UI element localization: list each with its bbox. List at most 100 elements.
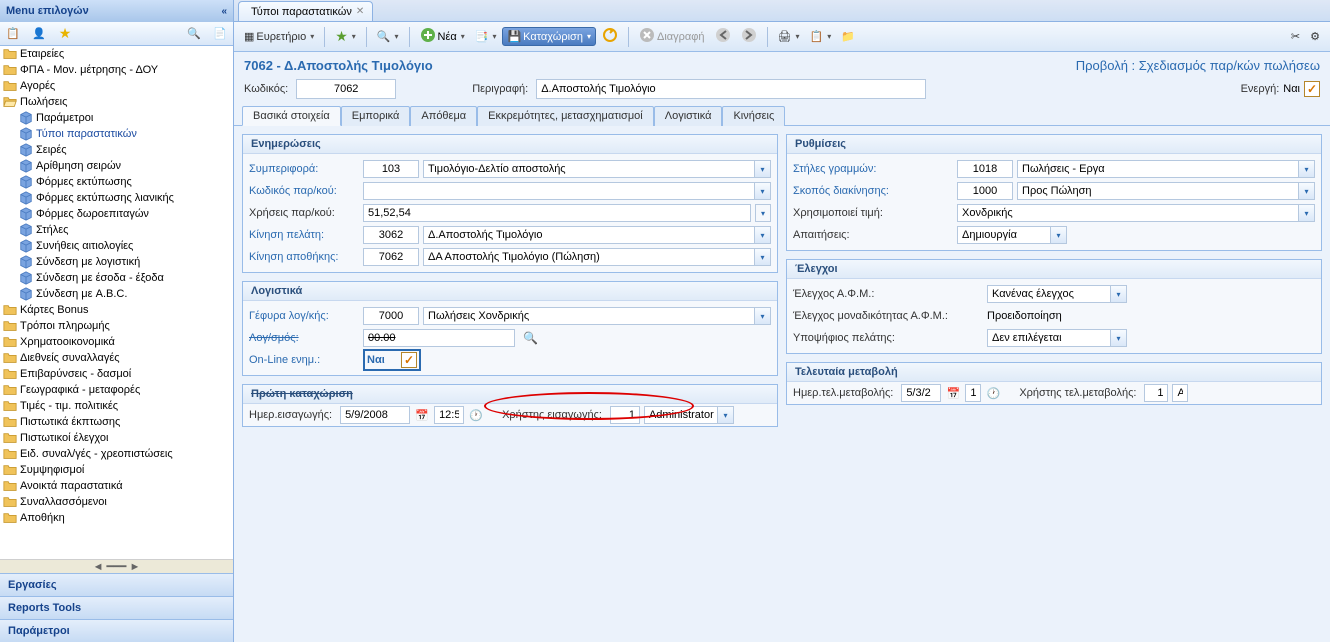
refresh-button[interactable] <box>598 25 622 48</box>
tree-item[interactable]: Τιμές - τιμ. πολιτικές <box>0 398 233 414</box>
stock-move-code[interactable] <box>363 248 419 266</box>
tree-item[interactable]: Παράμετροι <box>0 110 233 126</box>
tree-item[interactable]: Κάρτες Bonus <box>0 302 233 318</box>
detail-tab[interactable]: Εκκρεμότητες, μετασχηματισμοί <box>477 106 654 126</box>
copy-button[interactable]: 📑▾ <box>471 28 501 45</box>
index-button[interactable]: ▦ Ευρετήριο▾ <box>240 28 318 45</box>
detail-tab[interactable]: Λογιστικά <box>654 106 723 126</box>
tree-item[interactable]: Τύποι παραστατικών <box>0 126 233 142</box>
doc-tab-types[interactable]: Τύποι παραστατικών ✕ <box>238 1 373 21</box>
detail-tab[interactable]: Βασικά στοιχεία <box>242 106 341 126</box>
search-icon[interactable]: 🔍 <box>185 25 203 43</box>
doc-code-combo[interactable]: ▾ <box>363 182 771 200</box>
candidate-combo[interactable]: Δεν επιλέγεται▾ <box>987 329 1127 347</box>
columns-combo[interactable]: Πωλήσεις - Εργα▾ <box>1017 160 1315 178</box>
active-checkbox[interactable] <box>1304 81 1320 97</box>
description-input[interactable] <box>536 79 926 99</box>
chevron-down-icon[interactable]: ▾ <box>717 407 733 423</box>
accordion-section[interactable]: Εργασίες <box>0 573 233 596</box>
chevron-down-icon[interactable]: ▾ <box>754 308 770 324</box>
afm-check-combo[interactable]: Κανένας έλεγχος▾ <box>987 285 1127 303</box>
tree-item[interactable]: Συναλλασσόμενοι <box>0 494 233 510</box>
chevron-down-icon[interactable]: ▾ <box>754 227 770 243</box>
account-input[interactable] <box>363 329 515 347</box>
code-input[interactable] <box>296 79 396 99</box>
tree-item[interactable]: Αγορές <box>0 78 233 94</box>
entry-date-input[interactable] <box>340 406 410 424</box>
behavior-code[interactable] <box>363 160 419 178</box>
purpose-combo[interactable]: Προς Πώληση▾ <box>1017 182 1315 200</box>
calendar-icon[interactable]: 📅 <box>945 385 961 401</box>
search-button[interactable]: 🔍▾ <box>373 28 403 45</box>
tree-item[interactable]: Σειρές <box>0 142 233 158</box>
tree-item[interactable]: Συνήθεις αιτιολογίες <box>0 238 233 254</box>
print-button[interactable]: 🖨▾ <box>774 28 804 45</box>
calendar-icon[interactable]: 📅 <box>414 407 430 423</box>
tree-item[interactable]: Σύνδεση με έσοδα - έξοδα <box>0 270 233 286</box>
clock-icon[interactable]: 🕐 <box>468 407 484 423</box>
tools-button[interactable]: ✂ <box>1287 28 1304 45</box>
uses-input[interactable] <box>363 204 751 222</box>
delete-button[interactable]: Διαγραφή <box>635 25 709 48</box>
tree-item[interactable]: Τρόποι πληρωμής <box>0 318 233 334</box>
tree-item[interactable]: Χρηματοοικονομικά <box>0 334 233 350</box>
uses-price-combo[interactable]: Χονδρικής▾ <box>957 204 1315 222</box>
user-icon[interactable]: 👤 <box>30 25 48 43</box>
detail-tab[interactable]: Εμπορικά <box>341 106 411 126</box>
tree-item[interactable]: Επιβαρύνσεις - δασμοί <box>0 366 233 382</box>
purpose-code[interactable] <box>957 182 1013 200</box>
tree-item[interactable]: Ανοικτά παραστατικά <box>0 478 233 494</box>
nav-tree[interactable]: ΕταιρείεςΦΠΑ - Μον. μέτρησης - ΔΟΥΑγορές… <box>0 46 233 559</box>
columns-code[interactable] <box>957 160 1013 178</box>
chevron-down-icon[interactable]: ▾ <box>754 249 770 265</box>
change-time-input[interactable] <box>965 384 981 402</box>
clipboard-icon[interactable]: 📋 <box>4 25 22 43</box>
tree-item[interactable]: Αρίθμηση σειρών <box>0 158 233 174</box>
tree-item[interactable]: Σύνδεση με A.B.C. <box>0 286 233 302</box>
bridge-code[interactable] <box>363 307 419 325</box>
tree-item[interactable]: Φόρμες εκτύπωσης λιανικής <box>0 190 233 206</box>
settings-button[interactable]: ⚙ <box>1306 28 1324 45</box>
horizontal-scrollbar[interactable]: ◄ ━━━ ► <box>0 559 233 573</box>
bridge-combo[interactable]: Πωλήσεις Χονδρικής▾ <box>423 307 771 325</box>
chevron-down-icon[interactable]: ▾ <box>1110 286 1126 302</box>
nav-last-button[interactable] <box>737 25 761 48</box>
online-update-field[interactable]: Ναι <box>363 349 421 371</box>
tree-item[interactable]: Σύνδεση με λογιστική <box>0 254 233 270</box>
chevron-down-icon[interactable]: ▾ <box>754 183 770 199</box>
change-user-value[interactable] <box>1172 384 1188 402</box>
entry-user-combo[interactable]: Administrator▾ <box>644 406 734 424</box>
document-icon[interactable]: 📄 <box>211 25 229 43</box>
chevron-down-icon[interactable]: ▾ <box>1050 227 1066 243</box>
folder-button[interactable]: 📁 <box>837 28 859 45</box>
star-icon[interactable]: ★ <box>56 25 74 43</box>
chevron-down-icon[interactable]: ▾ <box>1298 183 1314 199</box>
tree-item[interactable]: Φόρμες δωροεπιταγών <box>0 206 233 222</box>
accordion-section[interactable]: Reports Tools <box>0 596 233 619</box>
cust-move-combo[interactable]: Δ.Αποστολής Τιμολόγιο▾ <box>423 226 771 244</box>
tree-item[interactable]: Στήλες <box>0 222 233 238</box>
tree-item[interactable]: ΦΠΑ - Μον. μέτρησης - ΔΟΥ <box>0 62 233 78</box>
new-button[interactable]: Νέα▾ <box>416 25 469 48</box>
change-date-input[interactable] <box>901 384 941 402</box>
tree-item[interactable]: Ειδ. συναλ/γές - χρεοπιστώσεις <box>0 446 233 462</box>
behavior-combo[interactable]: Τιμολόγιο-Δελτίο αποστολής▾ <box>423 160 771 178</box>
detail-tab[interactable]: Απόθεμα <box>410 106 477 126</box>
tree-item[interactable]: Πιστωτικοί έλεγχοι <box>0 430 233 446</box>
save-button[interactable]: 💾 Καταχώριση▾ <box>502 27 596 46</box>
entry-time-input[interactable] <box>434 406 464 424</box>
detail-tab[interactable]: Κινήσεις <box>722 106 785 126</box>
favorite-button[interactable]: ★▾ <box>331 26 360 47</box>
chevron-down-icon[interactable]: ▾ <box>1298 205 1314 221</box>
entry-user-index[interactable] <box>610 406 640 424</box>
clock-icon[interactable]: 🕐 <box>985 385 1001 401</box>
tree-item[interactable]: Εταιρείες <box>0 46 233 62</box>
online-checkbox[interactable] <box>401 352 417 368</box>
chevron-down-icon[interactable]: ▾ <box>754 161 770 177</box>
sidebar-collapse-button[interactable]: « <box>221 6 227 17</box>
action-button[interactable]: 📋▾ <box>806 28 836 45</box>
tree-item[interactable]: Πωλήσεις <box>0 94 233 110</box>
close-icon[interactable]: ✕ <box>356 6 364 17</box>
uses-dropdown-button[interactable]: ▾ <box>755 204 771 222</box>
chevron-down-icon[interactable]: ▾ <box>1298 161 1314 177</box>
